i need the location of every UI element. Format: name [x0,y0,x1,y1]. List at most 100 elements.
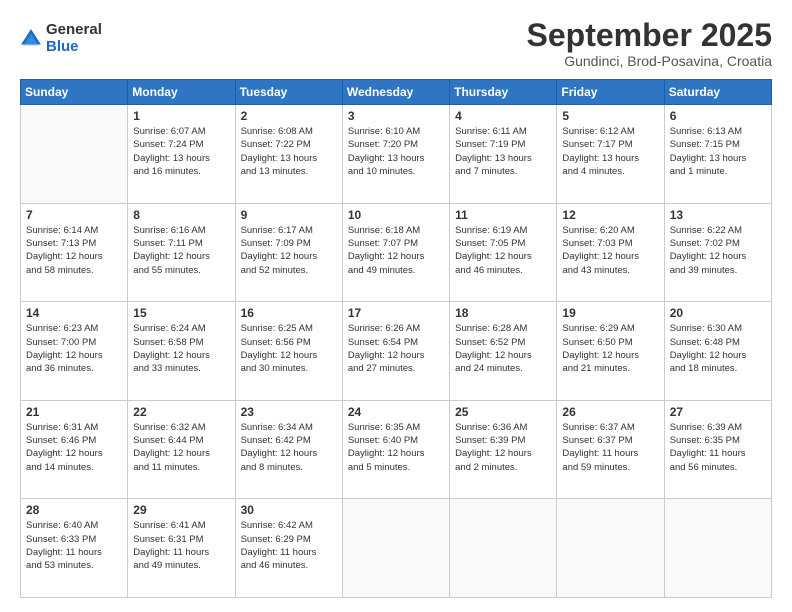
week-row-4: 21 Sunrise: 6:31 AM Sunset: 6:46 PM Dayli… [21,400,772,499]
calendar-cell: 2 Sunrise: 6:08 AM Sunset: 7:22 PM Daylig… [235,105,342,204]
calendar-cell: 25Sunrise: 6:36 AM Sunset: 6:39 PM Dayli… [450,400,557,499]
day-number: 19 [562,306,658,320]
day-number: 30 [241,503,337,517]
day-number: 8 [133,208,229,222]
calendar-cell: 18Sunrise: 6:28 AM Sunset: 6:52 PM Dayli… [450,302,557,401]
day-info: Sunrise: 6:08 AM Sunset: 7:22 PM Dayligh… [241,125,337,178]
day-number: 17 [348,306,444,320]
header-row: SundayMondayTuesdayWednesdayThursdayFrid… [21,80,772,105]
calendar-cell: 8 Sunrise: 6:16 AM Sunset: 7:11 PM Daylig… [128,203,235,302]
day-info: Sunrise: 6:11 AM Sunset: 7:19 PM Dayligh… [455,125,551,178]
day-info: Sunrise: 6:34 AM Sunset: 6:42 PM Dayligh… [241,421,337,474]
calendar-cell: 24 Sunrise: 6:35 AM Sunset: 6:40 PM Dayli… [342,400,449,499]
day-number: 27 [670,405,766,419]
calendar-cell: 22 Sunrise: 6:32 AM Sunset: 6:44 PM Dayli… [128,400,235,499]
day-info: Sunrise: 6:30 AM Sunset: 6:48 PM Dayligh… [670,322,766,375]
day-info: Sunrise: 6:22 AM Sunset: 7:02 PM Dayligh… [670,224,766,277]
calendar-cell: 15 Sunrise: 6:24 AM Sunset: 6:58 PM Dayli… [128,302,235,401]
day-header-thursday: Thursday [450,80,557,105]
day-number: 26 [562,405,658,419]
day-info: Sunrise: 6:10 AM Sunset: 7:20 PM Dayligh… [348,125,444,178]
day-number: 9 [241,208,337,222]
day-header-saturday: Saturday [664,80,771,105]
day-header-monday: Monday [128,80,235,105]
day-number: 25 [455,405,551,419]
day-info: Sunrise: 6:32 AM Sunset: 6:44 PM Dayligh… [133,421,229,474]
title-block: September 2025 Gundinci, Brod-Posavina, … [527,18,772,69]
calendar-cell: 11 Sunrise: 6:19 AM Sunset: 7:05 PM Dayli… [450,203,557,302]
month-title: September 2025 [527,18,772,53]
day-info: Sunrise: 6:16 AM Sunset: 7:11 PM Dayligh… [133,224,229,277]
calendar-cell: 9Sunrise: 6:17 AM Sunset: 7:09 PM Daylig… [235,203,342,302]
day-number: 7 [26,208,122,222]
day-number: 12 [562,208,658,222]
day-header-sunday: Sunday [21,80,128,105]
calendar-cell: 20 Sunrise: 6:30 AM Sunset: 6:48 PM Dayli… [664,302,771,401]
calendar-cell: 13 Sunrise: 6:22 AM Sunset: 7:02 PM Dayli… [664,203,771,302]
logo: General Blue [20,22,102,55]
day-number: 16 [241,306,337,320]
calendar-cell: 1 Sunrise: 6:07 AM Sunset: 7:24 PM Daylig… [128,105,235,204]
week-row-2: 7 Sunrise: 6:14 AM Sunset: 7:13 PM Daylig… [21,203,772,302]
calendar-cell: 17 Sunrise: 6:26 AM Sunset: 6:54 PM Dayli… [342,302,449,401]
day-number: 28 [26,503,122,517]
calendar-cell: 29Sunrise: 6:41 AM Sunset: 6:31 PM Dayli… [128,499,235,598]
calendar-cell: 26 Sunrise: 6:37 AM Sunset: 6:37 PM Dayli… [557,400,664,499]
day-number: 20 [670,306,766,320]
calendar-cell: 14 Sunrise: 6:23 AM Sunset: 7:00 PM Dayli… [21,302,128,401]
day-info: Sunrise: 6:23 AM Sunset: 7:00 PM Dayligh… [26,322,122,375]
calendar-cell: 6 Sunrise: 6:13 AM Sunset: 7:15 PM Daylig… [664,105,771,204]
calendar-cell [557,499,664,598]
week-row-5: 28 Sunrise: 6:40 AM Sunset: 6:33 PM Dayli… [21,499,772,598]
day-number: 11 [455,208,551,222]
calendar-cell: 7 Sunrise: 6:14 AM Sunset: 7:13 PM Daylig… [21,203,128,302]
calendar-cell: 10Sunrise: 6:18 AM Sunset: 7:07 PM Dayli… [342,203,449,302]
day-info: Sunrise: 6:14 AM Sunset: 7:13 PM Dayligh… [26,224,122,277]
day-number: 24 [348,405,444,419]
calendar-cell [664,499,771,598]
day-info: Sunrise: 6:35 AM Sunset: 6:40 PM Dayligh… [348,421,444,474]
day-info: Sunrise: 6:40 AM Sunset: 6:33 PM Dayligh… [26,519,122,572]
day-info: Sunrise: 6:20 AM Sunset: 7:03 PM Dayligh… [562,224,658,277]
day-info: Sunrise: 6:25 AM Sunset: 6:56 PM Dayligh… [241,322,337,375]
day-info: Sunrise: 6:26 AM Sunset: 6:54 PM Dayligh… [348,322,444,375]
header: General Blue September 2025 Gundinci, Br… [20,18,772,69]
day-info: Sunrise: 6:19 AM Sunset: 7:05 PM Dayligh… [455,224,551,277]
logo-icon [20,28,42,50]
day-info: Sunrise: 6:41 AM Sunset: 6:31 PM Dayligh… [133,519,229,572]
logo-text: General Blue [46,22,102,55]
calendar-cell: 3 Sunrise: 6:10 AM Sunset: 7:20 PM Daylig… [342,105,449,204]
logo-general: General [46,22,102,39]
day-number: 14 [26,306,122,320]
day-number: 22 [133,405,229,419]
day-info: Sunrise: 6:12 AM Sunset: 7:17 PM Dayligh… [562,125,658,178]
subtitle: Gundinci, Brod-Posavina, Croatia [527,53,772,69]
day-number: 1 [133,109,229,123]
day-number: 2 [241,109,337,123]
calendar-cell: 28 Sunrise: 6:40 AM Sunset: 6:33 PM Dayli… [21,499,128,598]
day-header-friday: Friday [557,80,664,105]
day-info: Sunrise: 6:24 AM Sunset: 6:58 PM Dayligh… [133,322,229,375]
day-number: 13 [670,208,766,222]
day-info: Sunrise: 6:42 AM Sunset: 6:29 PM Dayligh… [241,519,337,572]
day-number: 21 [26,405,122,419]
day-number: 15 [133,306,229,320]
day-info: Sunrise: 6:18 AM Sunset: 7:07 PM Dayligh… [348,224,444,277]
day-info: Sunrise: 6:29 AM Sunset: 6:50 PM Dayligh… [562,322,658,375]
week-row-3: 14 Sunrise: 6:23 AM Sunset: 7:00 PM Dayli… [21,302,772,401]
day-info: Sunrise: 6:31 AM Sunset: 6:46 PM Dayligh… [26,421,122,474]
day-info: Sunrise: 6:07 AM Sunset: 7:24 PM Dayligh… [133,125,229,178]
calendar-cell [450,499,557,598]
day-info: Sunrise: 6:13 AM Sunset: 7:15 PM Dayligh… [670,125,766,178]
calendar-cell: 5Sunrise: 6:12 AM Sunset: 7:17 PM Daylig… [557,105,664,204]
day-number: 6 [670,109,766,123]
calendar-cell: 27Sunrise: 6:39 AM Sunset: 6:35 PM Dayli… [664,400,771,499]
day-info: Sunrise: 6:28 AM Sunset: 6:52 PM Dayligh… [455,322,551,375]
day-info: Sunrise: 6:37 AM Sunset: 6:37 PM Dayligh… [562,421,658,474]
day-number: 3 [348,109,444,123]
calendar-cell [21,105,128,204]
calendar-cell: 12 Sunrise: 6:20 AM Sunset: 7:03 PM Dayli… [557,203,664,302]
logo-blue: Blue [46,39,102,56]
calendar-cell: 19 Sunrise: 6:29 AM Sunset: 6:50 PM Dayli… [557,302,664,401]
calendar-cell: 4Sunrise: 6:11 AM Sunset: 7:19 PM Daylig… [450,105,557,204]
